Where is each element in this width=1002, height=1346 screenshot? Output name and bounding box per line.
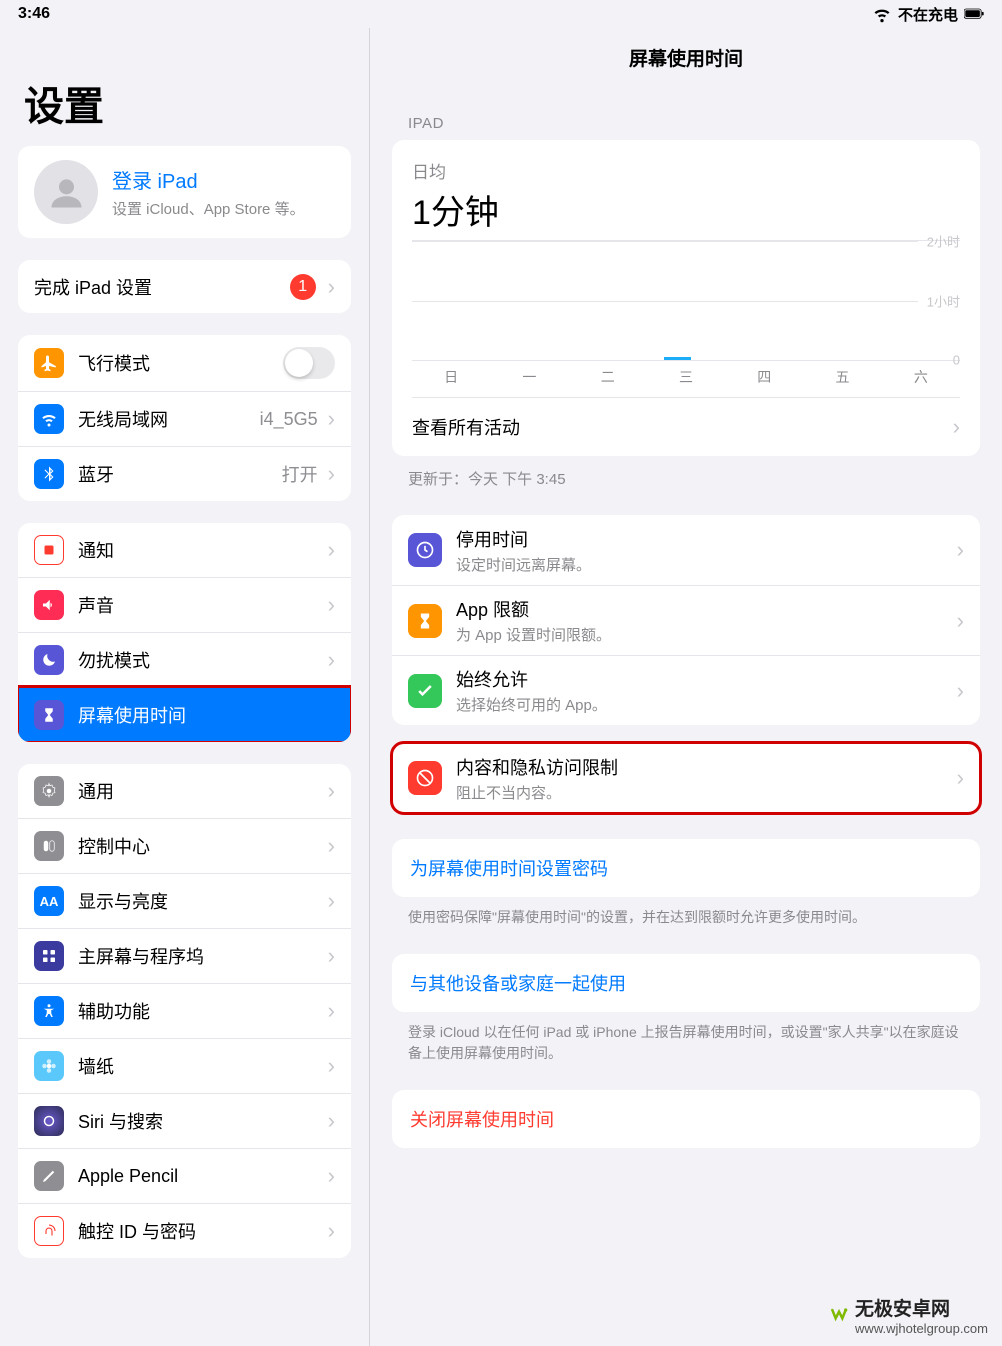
chevron-right-icon: › [328,1218,335,1244]
chevron-right-icon: › [328,943,335,969]
wifi-settings-icon [34,404,64,434]
airplane-toggle[interactable] [283,347,335,379]
signin-subtitle: 设置 iCloud、App Store 等。 [112,198,305,219]
wifi-row[interactable]: 无线局域网 i4_5G5 › [18,391,351,446]
chevron-right-icon: › [957,678,964,704]
battery-icon [964,4,984,24]
chevron-right-icon: › [328,647,335,673]
status-bar: 3:46 不在充电 [0,0,1002,28]
accessibility-icon [34,996,64,1026]
chevron-right-icon: › [328,1163,335,1189]
chevron-right-icon: › [328,461,335,487]
accessibility-row[interactable]: 辅助功能 › [18,983,351,1038]
downtime-row[interactable]: 停用时间设定时间远离屏幕。 › [392,515,980,585]
content-restrictions-row[interactable]: 内容和隐私访问限制阻止不当内容。 › [392,743,980,813]
share-note: 登录 iCloud 以在任何 iPad 或 iPhone 上报告屏幕使用时间，或… [408,1022,964,1064]
passcode-note: 使用密码保障"屏幕使用时间"的设置，并在达到限额时允许更多使用时间。 [408,907,964,928]
wifi-icon [872,4,892,24]
chevron-right-icon: › [328,274,335,300]
touchid-row[interactable]: 触控 ID 与密码 › [18,1203,351,1258]
fingerprint-icon [34,1216,64,1246]
settings-sidebar: 设置 登录 iPad 设置 iCloud、App Store 等。 完成 iPa… [0,28,370,1346]
turn-off-link[interactable]: 关闭屏幕使用时间 [392,1090,980,1148]
sliders-icon [34,831,64,861]
chart-day-labels: 日 一 二 三 四 五 六 [412,360,960,397]
usage-summary-card: 日均 1分钟 2小时 1小时 0 日 一 二 三 四 五 六 [392,140,980,456]
flower-icon [34,1051,64,1081]
chevron-right-icon: › [328,1053,335,1079]
page-title: 设置 [24,74,351,132]
detail-pane: 屏幕使用时间 IPAD 日均 1分钟 2小时 1小时 0 日 一 二 三 四 [370,28,1002,1346]
chevron-right-icon: › [328,406,335,432]
avatar-icon [34,160,98,224]
chevron-right-icon: › [328,888,335,914]
gear-icon [34,776,64,806]
always-allowed-row[interactable]: 始终允许选择始终可用的 App。 › [392,655,980,725]
updated-label: 更新于：今天 下午 3:45 [408,468,980,489]
chevron-right-icon: › [957,537,964,563]
siri-row[interactable]: Siri 与搜索 › [18,1093,351,1148]
chevron-right-icon: › [328,833,335,859]
sounds-row[interactable]: 声音 › [18,577,351,632]
control-center-row[interactable]: 控制中心 › [18,818,351,873]
signin-title: 登录 iPad [112,165,305,194]
home-screen-row[interactable]: 主屏幕与程序坞 › [18,928,351,983]
app-grid-icon [34,941,64,971]
airplane-icon [34,348,64,378]
chevron-right-icon: › [328,537,335,563]
watermark-logo-icon [829,1305,849,1325]
detail-title: 屏幕使用时间 [370,28,1002,91]
bluetooth-icon [34,459,64,489]
status-charge: 不在充电 [898,4,958,25]
finish-setup-row[interactable]: 完成 iPad 设置 1 › [18,260,351,313]
dnd-row[interactable]: 勿扰模式 › [18,632,351,687]
share-devices-link[interactable]: 与其他设备或家庭一起使用 [392,954,980,1012]
chevron-right-icon: › [328,592,335,618]
moon-icon [34,645,64,675]
app-limits-row[interactable]: App 限额为 App 设置时间限额。 › [392,585,980,655]
hourglass-icon [408,604,442,638]
status-time: 3:46 [18,5,50,23]
device-label: IPAD [408,115,980,132]
set-passcode-link[interactable]: 为屏幕使用时间设置密码 [392,839,980,897]
watermark: 无极安卓网 www.wjhotelgroup.com [829,1294,988,1336]
display-row[interactable]: AA 显示与亮度 › [18,873,351,928]
daily-average: 1分钟 [412,185,960,234]
notifications-row[interactable]: 通知 › [18,523,351,577]
wallpaper-row[interactable]: 墙纸 › [18,1038,351,1093]
chevron-right-icon: › [957,765,964,791]
pencil-row[interactable]: Apple Pencil › [18,1148,351,1203]
chevron-right-icon: › [957,608,964,634]
clock-icon [408,533,442,567]
chevron-right-icon: › [328,1108,335,1134]
signin-row[interactable]: 登录 iPad 设置 iCloud、App Store 等。 [18,146,351,238]
siri-icon [34,1106,64,1136]
bluetooth-row[interactable]: 蓝牙 打开 › [18,446,351,501]
airplane-row[interactable]: 飞行模式 [18,335,351,391]
no-entry-icon [408,761,442,795]
badge: 1 [290,274,316,300]
hourglass-icon [34,700,64,730]
general-row[interactable]: 通用 › [18,764,351,818]
chevron-right-icon: › [328,998,335,1024]
text-size-icon: AA [34,886,64,916]
chevron-right-icon: › [328,778,335,804]
pencil-icon [34,1161,64,1191]
sounds-icon [34,590,64,620]
notifications-icon [34,535,64,565]
usage-chart: 2小时 1小时 0 [412,240,960,360]
chevron-right-icon: › [953,414,960,440]
screentime-row[interactable]: 屏幕使用时间 [18,687,351,742]
see-all-activity[interactable]: 查看所有活动 › [412,397,960,456]
checkmark-icon [408,674,442,708]
